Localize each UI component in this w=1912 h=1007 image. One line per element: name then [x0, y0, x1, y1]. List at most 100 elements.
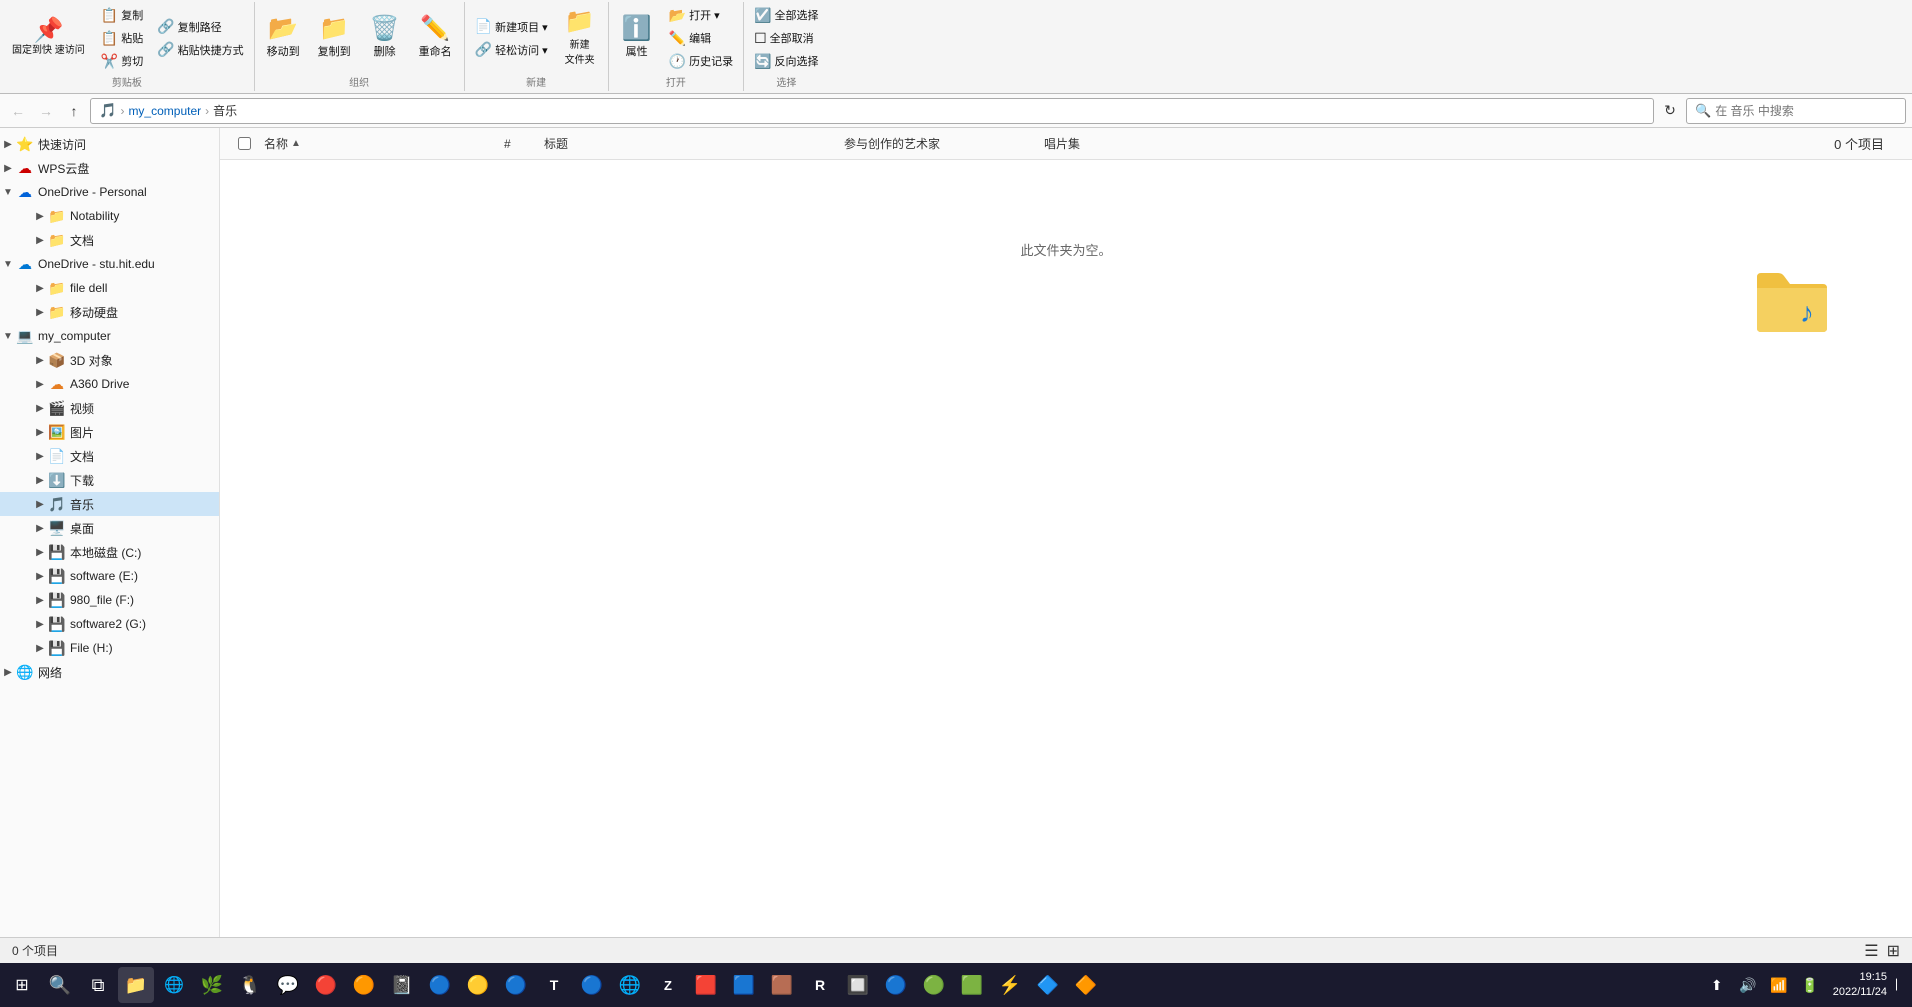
col-header-title[interactable]: 标题: [536, 133, 836, 154]
deselect-all-icon: ☐: [754, 30, 767, 47]
col-header-album[interactable]: 唱片集: [1036, 133, 1236, 154]
open-buttons: ℹ️ 属性 📂 打开 ▾ ✏️ 编辑 🕐 历史记录: [613, 4, 739, 72]
network-icon: 🌐: [16, 663, 34, 681]
breadcrumb-mycomputer[interactable]: my_computer: [128, 104, 201, 118]
forward-button[interactable]: →: [34, 99, 58, 123]
invert-select-button[interactable]: 🔄 反向选择: [748, 50, 824, 72]
taskbar-r[interactable]: R: [802, 967, 838, 1003]
sidebar-item-a360-drive[interactable]: ▶ ☁ A360 Drive: [0, 372, 219, 396]
sidebar-item-videos[interactable]: ▶ 🎬 视频: [0, 396, 219, 420]
tray-network-button[interactable]: 📶: [1765, 971, 1793, 999]
view-details-button[interactable]: ☰: [1864, 941, 1878, 961]
rename-button[interactable]: ✏️ 重命名: [411, 14, 460, 62]
col-header-name[interactable]: 名称 ▲: [256, 133, 496, 154]
ribbon-section-select: ☑️ 全部选择 ☐ 全部取消 🔄 反向选择 选择: [744, 2, 828, 91]
taskbar-app26[interactable]: 🔶: [1068, 967, 1104, 1003]
sidebar-item-quick-access[interactable]: ▶ ⭐ 快速访问: [0, 132, 219, 156]
taskbar-app21[interactable]: 🔵: [878, 967, 914, 1003]
start-button[interactable]: ⊞: [4, 967, 40, 1003]
tray-volume-button[interactable]: 🔊: [1734, 971, 1762, 999]
search-taskbar-button[interactable]: 🔍: [42, 967, 78, 1003]
taskbar-app11[interactable]: 🔵: [498, 967, 534, 1003]
sidebar-item-local-c[interactable]: ▶ 💾 本地磁盘 (C:): [0, 540, 219, 564]
taskbar-app10[interactable]: 🟡: [460, 967, 496, 1003]
sidebar-item-3d-objects[interactable]: ▶ 📦 3D 对象: [0, 348, 219, 372]
taskbar-app17[interactable]: 🟦: [726, 967, 762, 1003]
view-large-button[interactable]: ⊞: [1887, 941, 1900, 961]
deselect-all-button[interactable]: ☐ 全部取消: [748, 27, 824, 49]
sidebar-item-docs1[interactable]: ▶ 📁 文档: [0, 228, 219, 252]
col-header-artist[interactable]: 参与创作的艺术家: [836, 133, 1036, 154]
sidebar-item-wps-cloud[interactable]: ▶ ☁ WPS云盘: [0, 156, 219, 180]
taskbar-app16[interactable]: 🟥: [688, 967, 724, 1003]
copy-path-button[interactable]: 🔗 复制路径: [151, 16, 249, 38]
back-button[interactable]: ←: [6, 99, 30, 123]
search-box[interactable]: 🔍: [1686, 98, 1906, 124]
tray-battery-button[interactable]: 🔋: [1796, 971, 1824, 999]
taskbar-app9[interactable]: 🔵: [422, 967, 458, 1003]
taskbar-app14[interactable]: 🌐: [612, 967, 648, 1003]
tray-overflow-button[interactable]: ⬆: [1703, 971, 1731, 999]
taskbar-onenote[interactable]: 📓: [384, 967, 420, 1003]
taskbar-qq[interactable]: 🐧: [232, 967, 268, 1003]
taskbar-zone[interactable]: Z: [650, 967, 686, 1003]
taskbar-app18[interactable]: 🟫: [764, 967, 800, 1003]
paste-button[interactable]: 📋 粘贴: [95, 27, 149, 49]
pin-button[interactable]: 📌 固定到快 速访问: [4, 16, 93, 60]
sidebar-item-onedrive-stu[interactable]: ▼ ☁ OneDrive - stu.hit.edu: [0, 252, 219, 276]
move-to-button[interactable]: 📂 移动到: [259, 14, 308, 62]
new-folder-button[interactable]: 📁 新建文件夹: [556, 7, 604, 69]
taskbar-app7[interactable]: 🟠: [346, 967, 382, 1003]
open-button[interactable]: 📂 打开 ▾: [663, 4, 739, 26]
taskbar-app25[interactable]: 🔷: [1030, 967, 1066, 1003]
show-desktop-button[interactable]: ▏: [1896, 971, 1904, 999]
sidebar-item-notability[interactable]: ▶ 📁 Notability: [0, 204, 219, 228]
copy-to-button[interactable]: 📁 复制到: [310, 14, 359, 62]
taskbar-explorer[interactable]: 📁: [118, 967, 154, 1003]
task-view-button[interactable]: ⧉: [80, 967, 116, 1003]
app24-icon: ⚡: [999, 975, 1021, 996]
search-input[interactable]: [1715, 104, 1897, 118]
sidebar-item-software-e[interactable]: ▶ 💾 software (E:): [0, 564, 219, 588]
taskbar-app20[interactable]: 🔲: [840, 967, 876, 1003]
header-checkbox[interactable]: [238, 137, 251, 150]
breadcrumb-bar[interactable]: 🎵 › my_computer › 音乐: [90, 98, 1654, 124]
taskbar-wechat[interactable]: 💬: [270, 967, 306, 1003]
sidebar-item-onedrive-personal[interactable]: ▼ ☁ OneDrive - Personal: [0, 180, 219, 204]
cut-button[interactable]: ✂️ 剪切: [95, 50, 149, 72]
sidebar-item-pictures[interactable]: ▶ 🖼️ 图片: [0, 420, 219, 444]
sidebar-item-downloads[interactable]: ▶ ⬇️ 下载: [0, 468, 219, 492]
sidebar-item-network[interactable]: ▶ 🌐 网络: [0, 660, 219, 684]
taskbar-app22[interactable]: 🟢: [916, 967, 952, 1003]
col-header-num[interactable]: #: [496, 135, 536, 153]
taskbar-app23[interactable]: 🟩: [954, 967, 990, 1003]
sidebar-item-mobile-drive[interactable]: ▶ 📁 移动硬盘: [0, 300, 219, 324]
taskbar-clock[interactable]: 19:15 2022/11/24: [1827, 970, 1893, 1001]
taskbar-app24[interactable]: ⚡: [992, 967, 1028, 1003]
edit-button[interactable]: ✏️ 编辑: [663, 27, 739, 49]
sidebar-item-software2-g[interactable]: ▶ 💾 software2 (G:): [0, 612, 219, 636]
taskbar-app6[interactable]: 🔴: [308, 967, 344, 1003]
history-button[interactable]: 🕐 历史记录: [663, 50, 739, 72]
taskbar-edge[interactable]: 🌿: [194, 967, 230, 1003]
sidebar-item-desktop[interactable]: ▶ 🖥️ 桌面: [0, 516, 219, 540]
new-item-button[interactable]: 📄 新建项目 ▾: [469, 16, 554, 38]
paste-shortcut-button[interactable]: 🔗 粘贴快捷方式: [151, 39, 249, 61]
refresh-button[interactable]: ↻: [1658, 99, 1682, 123]
sort-arrow-name: ▲: [291, 138, 301, 149]
sidebar-item-my-computer[interactable]: ▼ 💻 my_computer: [0, 324, 219, 348]
properties-button[interactable]: ℹ️ 属性: [613, 14, 661, 62]
select-all-button[interactable]: ☑️ 全部选择: [748, 4, 824, 26]
easy-access-button[interactable]: 🔗 轻松访问 ▾: [469, 39, 554, 61]
sidebar-item-music[interactable]: ▶ 🎵 音乐: [0, 492, 219, 516]
sidebar-item-980-f[interactable]: ▶ 💾 980_file (F:): [0, 588, 219, 612]
taskbar-chrome[interactable]: 🌐: [156, 967, 192, 1003]
taskbar-app13[interactable]: 🔵: [574, 967, 610, 1003]
sidebar-item-file-h[interactable]: ▶ 💾 File (H:): [0, 636, 219, 660]
up-button[interactable]: ↑: [62, 99, 86, 123]
delete-button[interactable]: 🗑️ 删除: [361, 14, 409, 62]
taskbar-typora[interactable]: T: [536, 967, 572, 1003]
sidebar-item-documents[interactable]: ▶ 📄 文档: [0, 444, 219, 468]
sidebar-item-file-dell[interactable]: ▶ 📁 file dell: [0, 276, 219, 300]
copy-button[interactable]: 📋 复制: [95, 4, 149, 26]
